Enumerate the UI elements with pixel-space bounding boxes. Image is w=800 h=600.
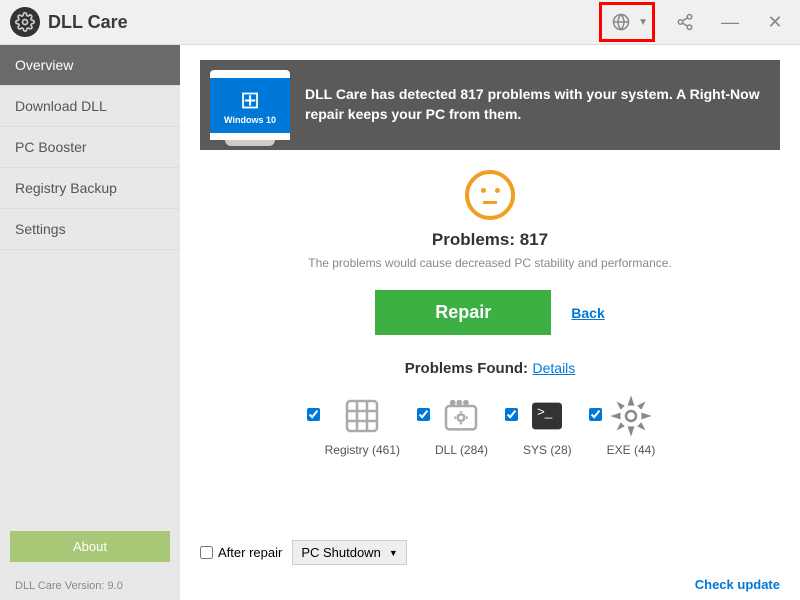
exe-checkbox[interactable] <box>589 408 602 421</box>
category-label: Registry (461) <box>325 443 400 457</box>
sidebar-label: Registry Backup <box>15 180 117 196</box>
category-list: Registry (461) DLL (284) >_ SYS (28) <box>200 393 780 457</box>
registry-icon <box>340 393 385 438</box>
category-label: EXE (44) <box>607 443 656 457</box>
main-content: ⊞ Windows 10 DLL Care has detected 817 p… <box>180 45 800 600</box>
os-label: Windows 10 <box>224 115 276 125</box>
minimize-button[interactable]: — <box>715 7 745 37</box>
sys-checkbox[interactable] <box>505 408 518 421</box>
problems-description: The problems would cause decreased PC st… <box>200 256 780 270</box>
chevron-down-icon: ▼ <box>389 548 398 558</box>
sidebar-item-registry-backup[interactable]: Registry Backup <box>0 168 180 209</box>
language-button-highlight: ▼ <box>599 2 655 42</box>
action-row: Repair Back <box>200 290 780 335</box>
category-label: SYS (28) <box>523 443 572 457</box>
sidebar: Overview Download DLL PC Booster Registr… <box>0 45 180 600</box>
sidebar-item-settings[interactable]: Settings <box>0 209 180 250</box>
about-button[interactable]: About <box>10 531 170 562</box>
after-repair-text: After repair <box>218 545 282 560</box>
chevron-down-icon[interactable]: ▼ <box>638 17 648 28</box>
sidebar-item-pc-booster[interactable]: PC Booster <box>0 127 180 168</box>
found-title: Problems Found: <box>405 360 528 377</box>
banner-text: DLL Care has detected 817 problems with … <box>305 85 770 124</box>
sidebar-item-overview[interactable]: Overview <box>0 45 180 86</box>
sidebar-label: Download DLL <box>15 98 107 114</box>
problems-found-section: Problems Found: Details Registry (461) D… <box>200 360 780 457</box>
sidebar-label: Overview <box>15 57 73 73</box>
repair-button[interactable]: Repair <box>375 290 551 335</box>
titlebar-buttons: ▼ — ✕ <box>599 2 790 42</box>
app-title: DLL Care <box>48 12 599 33</box>
sidebar-label: PC Booster <box>15 139 87 155</box>
app-logo-icon <box>10 7 40 37</box>
sidebar-label: Settings <box>15 221 66 237</box>
exe-icon <box>609 393 654 438</box>
monitor-screen: ⊞ Windows 10 <box>210 78 290 133</box>
sys-icon: >_ <box>525 393 570 438</box>
main-container: Overview Download DLL PC Booster Registr… <box>0 45 800 600</box>
problems-count: Problems: 817 <box>200 230 780 250</box>
titlebar: DLL Care ▼ — ✕ <box>0 0 800 45</box>
sidebar-spacer <box>0 250 180 521</box>
windows-logo-icon: ⊞ <box>240 86 260 115</box>
share-icon[interactable] <box>670 7 700 37</box>
check-update-link[interactable]: Check update <box>695 577 780 592</box>
close-button[interactable]: ✕ <box>760 7 790 37</box>
dll-checkbox[interactable] <box>417 408 430 421</box>
sidebar-item-download-dll[interactable]: Download DLL <box>0 86 180 127</box>
svg-text:>_: >_ <box>537 404 553 419</box>
after-repair-row: After repair PC Shutdown ▼ <box>200 540 407 565</box>
registry-checkbox[interactable] <box>307 408 320 421</box>
neutral-face-icon <box>465 170 515 220</box>
after-repair-checkbox-label[interactable]: After repair <box>200 545 282 560</box>
category-label: DLL (284) <box>435 443 488 457</box>
detection-banner: ⊞ Windows 10 DLL Care has detected 817 p… <box>200 60 780 150</box>
center-area: Problems: 817 The problems would cause d… <box>200 170 780 335</box>
dropdown-value: PC Shutdown <box>301 545 381 560</box>
after-repair-checkbox[interactable] <box>200 546 213 559</box>
after-repair-dropdown[interactable]: PC Shutdown ▼ <box>292 540 406 565</box>
category-registry: Registry (461) <box>325 393 400 457</box>
globe-icon[interactable] <box>606 7 636 37</box>
version-label: DLL Care Version: 9.0 <box>0 572 180 600</box>
category-sys: >_ SYS (28) <box>523 393 572 457</box>
category-dll: DLL (284) <box>435 393 488 457</box>
category-exe: EXE (44) <box>607 393 656 457</box>
details-link[interactable]: Details <box>533 360 576 376</box>
monitor-icon: ⊞ Windows 10 <box>210 70 290 140</box>
dll-icon <box>439 393 484 438</box>
back-link[interactable]: Back <box>571 305 604 321</box>
